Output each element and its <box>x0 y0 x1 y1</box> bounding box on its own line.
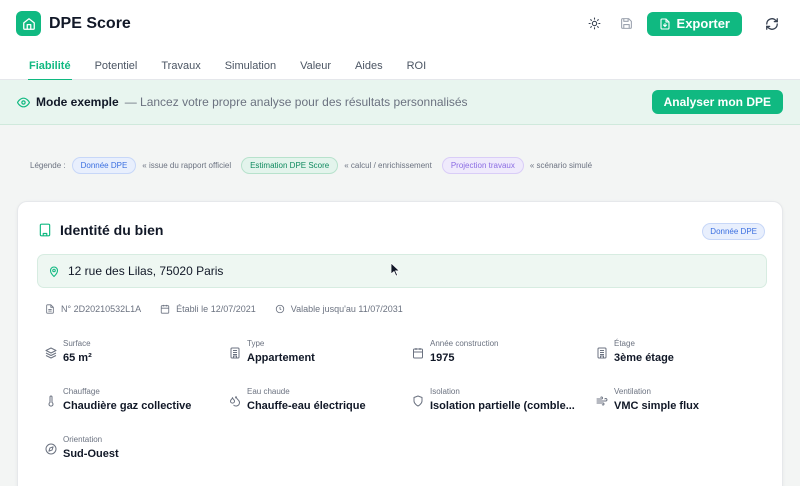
field-type: Type Appartement <box>229 339 399 364</box>
card-title: Identité du bien <box>60 222 164 238</box>
legend: Légende : Donnée DPE « issue du rapport … <box>30 157 592 174</box>
banner-text: — Lancez votre propre analyse pour des r… <box>124 95 468 109</box>
legend-pill-donnee-dpe: Donnée DPE <box>71 157 137 174</box>
field-value: 65 m² <box>63 352 92 364</box>
legend-pill-projection: Projection travaux <box>441 157 524 174</box>
tab-bar: Fiabilité Potentiel Travaux Simulation V… <box>0 47 800 81</box>
field-value: 3ème étage <box>614 352 674 364</box>
wind-icon <box>596 396 608 406</box>
theme-toggle-sun-icon[interactable] <box>583 12 607 36</box>
calendar-icon <box>413 348 423 359</box>
file-download-icon <box>659 17 670 30</box>
tab-fiabilite[interactable]: Fiabilité <box>28 47 72 81</box>
field-value: VMC simple flux <box>614 400 699 412</box>
legend-text: « calcul / enrichissement <box>344 161 432 170</box>
document-icon <box>46 304 54 314</box>
example-mode-banner: Mode exemple — Lancez votre propre analy… <box>0 80 800 125</box>
legend-pill-estimation: Estimation DPE Score <box>241 157 339 174</box>
field-label: Orientation <box>63 435 103 444</box>
clock-icon <box>275 304 284 314</box>
tab-travaux[interactable]: Travaux <box>161 47 200 80</box>
field-hot-water: Eau chaude Chauffe-eau électrique <box>229 387 399 412</box>
field-label: Chauffage <box>63 387 100 396</box>
save-icon[interactable] <box>615 12 639 36</box>
analyze-dpe-button[interactable]: Analyser mon DPE <box>651 90 783 114</box>
field-value: Isolation partielle (comble... <box>430 400 575 412</box>
issued-date: Établi le 12/07/2021 <box>176 304 256 314</box>
calendar-icon <box>161 304 170 314</box>
field-value: Sud-Ouest <box>63 448 119 460</box>
field-construction-year: Année construction 1975 <box>412 339 582 364</box>
export-button[interactable]: Exporter <box>646 11 742 36</box>
field-value: Chaudière gaz collective <box>63 400 192 412</box>
field-floor: Étage 3ème étage <box>596 339 766 364</box>
layers-icon <box>45 347 57 359</box>
field-surface: Surface 65 m² <box>45 339 215 364</box>
tab-simulation[interactable]: Simulation <box>225 47 276 80</box>
compass-icon <box>45 443 57 455</box>
field-label: Type <box>247 339 265 348</box>
legend-text: « issue du rapport officiel <box>142 161 232 170</box>
tab-valeur[interactable]: Valeur <box>300 47 331 80</box>
legend-prefix: Légende : <box>30 161 66 170</box>
field-orientation: Orientation Sud-Ouest <box>45 435 215 460</box>
dpe-number: N° 2D20210532L1A <box>61 304 142 314</box>
droplets-icon <box>230 396 240 407</box>
field-label: Isolation <box>430 387 460 396</box>
building-icon <box>39 223 51 237</box>
source-badge: Donnée DPE <box>702 223 765 240</box>
home-logo-icon[interactable] <box>16 11 41 36</box>
valid-until: Valable jusqu'au 11/07/2031 <box>290 304 403 314</box>
field-insulation: Isolation Isolation partielle (comble... <box>412 387 582 412</box>
building-icon <box>597 347 607 359</box>
dpe-meta-row: N° 2D20210532L1A Établi le 12/07/2021 Va… <box>45 304 422 314</box>
field-value: Chauffe-eau électrique <box>247 400 366 412</box>
field-label: Ventilation <box>614 387 651 396</box>
field-label: Surface <box>63 339 91 348</box>
refresh-icon[interactable] <box>760 12 784 36</box>
property-identity-card: Identité du bien Donnée DPE 12 rue des L… <box>17 201 783 486</box>
top-bar: DPE Score Exporter <box>0 0 800 47</box>
field-value: 1975 <box>430 352 455 364</box>
tab-roi[interactable]: ROI <box>407 47 427 80</box>
shield-icon <box>413 395 423 407</box>
field-value: Appartement <box>247 352 315 364</box>
legend-text: « scénario simulé <box>529 161 593 170</box>
field-ventilation: Ventilation VMC simple flux <box>596 387 766 412</box>
address-text: 12 rue des Lilas, 75020 Paris <box>68 264 224 278</box>
tab-potentiel[interactable]: Potentiel <box>95 47 138 80</box>
export-label: Exporter <box>676 16 730 31</box>
building-icon <box>230 347 240 359</box>
address-box: 12 rue des Lilas, 75020 Paris <box>37 254 767 288</box>
field-label: Année construction <box>430 339 499 348</box>
map-pin-icon <box>49 265 59 277</box>
field-label: Étage <box>614 339 635 348</box>
mouse-cursor-icon <box>391 263 401 277</box>
field-heating: Chauffage Chaudière gaz collective <box>45 387 215 412</box>
eye-icon <box>17 97 30 107</box>
app-title: DPE Score <box>49 14 131 32</box>
banner-title: Mode exemple <box>36 95 119 109</box>
thermometer-icon <box>48 395 54 407</box>
tab-aides[interactable]: Aides <box>355 47 383 80</box>
field-label: Eau chaude <box>247 387 290 396</box>
